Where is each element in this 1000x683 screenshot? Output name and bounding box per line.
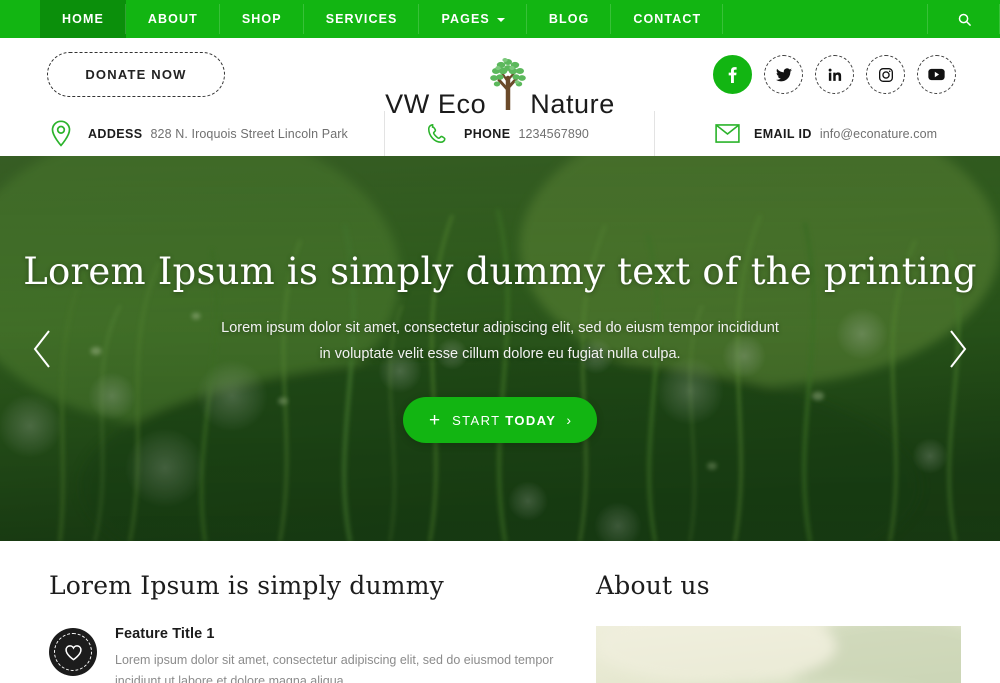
slider-prev-button[interactable] — [22, 321, 62, 377]
facebook-icon — [728, 67, 737, 83]
nav-item-home[interactable]: HOME — [40, 0, 126, 38]
contact-email-label: EMAIL ID — [754, 126, 812, 141]
search-icon — [958, 13, 971, 26]
contact-email: EMAIL ID info@econature.com — [655, 111, 1000, 156]
nav-item-pages[interactable]: PAGES — [419, 0, 528, 38]
site-header: DONATE NOW VW Eco Nature — [0, 38, 1000, 118]
chevron-right-icon — [950, 329, 967, 368]
dashed-ring — [54, 633, 92, 671]
hero-subtitle: Lorem ipsum dolor sit amet, consectetur … — [221, 315, 779, 367]
nav-item-shop[interactable]: SHOP — [220, 0, 304, 38]
hero-subtitle-line-1: Lorem ipsum dolor sit amet, consectetur … — [221, 320, 779, 336]
social-youtube[interactable] — [917, 55, 956, 94]
contact-email-value: info@econature.com — [819, 126, 938, 141]
features-section-title: Lorem Ipsum is simply dummy — [49, 571, 444, 600]
envelope-icon — [713, 120, 741, 148]
contact-info-bar: ADDESS 828 N. Iroquois Street Lincoln Pa… — [0, 111, 1000, 156]
twitter-icon — [775, 67, 792, 81]
social-twitter[interactable] — [764, 55, 803, 94]
donate-now-button[interactable]: DONATE NOW — [47, 52, 225, 97]
chevron-left-icon — [33, 329, 50, 368]
youtube-icon — [928, 68, 945, 81]
tree-icon — [486, 56, 530, 113]
about-image — [596, 626, 961, 683]
contact-phone-value: 1234567890 — [518, 126, 589, 141]
nav-item-label: BLOG — [548, 12, 590, 26]
feature-item: Feature Title 1 Lorem ipsum dolor sit am… — [49, 626, 572, 683]
social-linkedin[interactable] — [815, 55, 854, 94]
start-today-button[interactable]: + START TODAY › — [402, 397, 598, 443]
nav-item-label: SHOP — [241, 12, 282, 26]
top-navigation-bar: HOME ABOUT SHOP SERVICES PAGES BLOG CONT… — [0, 0, 1000, 38]
nav-item-label: SERVICES — [325, 12, 398, 26]
phone-icon — [423, 120, 451, 148]
nav-item-list: HOME ABOUT SHOP SERVICES PAGES BLOG CONT… — [40, 0, 724, 38]
chevron-right-icon: › — [566, 412, 572, 428]
start-today-label-bold: TODAY — [505, 412, 557, 428]
nav-spacer — [723, 0, 928, 38]
nav-item-about[interactable]: ABOUT — [126, 0, 220, 38]
hero-content: Lorem Ipsum is simply dummy text of the … — [0, 156, 1000, 541]
nav-item-label: ABOUT — [147, 12, 198, 26]
contact-phone: PHONE 1234567890 — [385, 111, 655, 156]
about-section-title: About us — [596, 571, 710, 600]
linkedin-icon — [828, 68, 841, 81]
chevron-down-icon — [496, 18, 505, 22]
location-pin-icon — [47, 120, 75, 148]
social-links — [713, 55, 956, 94]
heart-icon — [49, 628, 97, 676]
contact-address: ADDESS 828 N. Iroquois Street Lincoln Pa… — [0, 111, 385, 156]
social-facebook[interactable] — [713, 55, 752, 94]
plus-icon: + — [428, 409, 441, 431]
nav-item-label: PAGES — [441, 12, 490, 26]
nav-item-label: HOME — [62, 12, 104, 26]
donate-now-label: DONATE NOW — [85, 67, 187, 82]
nav-item-blog[interactable]: BLOG — [527, 0, 612, 38]
contact-address-value: 828 N. Iroquois Street Lincoln Park — [150, 126, 348, 141]
start-today-label: START TODAY — [452, 413, 556, 428]
instagram-icon — [878, 67, 893, 82]
hero-subtitle-line-2: in voluptate velit esse cillum dolore eu… — [319, 346, 681, 362]
nav-item-services[interactable]: SERVICES — [304, 0, 420, 38]
about-column: About us — [572, 571, 1000, 683]
slider-next-button[interactable] — [938, 321, 978, 377]
social-instagram[interactable] — [866, 55, 905, 94]
feature-text: Feature Title 1 Lorem ipsum dolor sit am… — [115, 626, 572, 683]
main-content: Lorem Ipsum is simply dummy Feature Titl… — [0, 541, 1000, 683]
features-column: Lorem Ipsum is simply dummy Feature Titl… — [0, 571, 572, 683]
start-today-label-light: START — [452, 412, 501, 428]
hero-slider: Lorem Ipsum is simply dummy text of the … — [0, 156, 1000, 541]
contact-phone-label: PHONE — [464, 126, 511, 141]
contact-address-label: ADDESS — [88, 126, 143, 141]
feature-title: Feature Title 1 — [115, 626, 215, 642]
hero-title: Lorem Ipsum is simply dummy text of the … — [23, 250, 977, 293]
nav-item-contact[interactable]: CONTACT — [611, 0, 724, 38]
nav-item-label: CONTACT — [633, 12, 702, 26]
search-button[interactable] — [928, 0, 1000, 38]
feature-description: Lorem ipsum dolor sit amet, consectetur … — [115, 653, 554, 683]
